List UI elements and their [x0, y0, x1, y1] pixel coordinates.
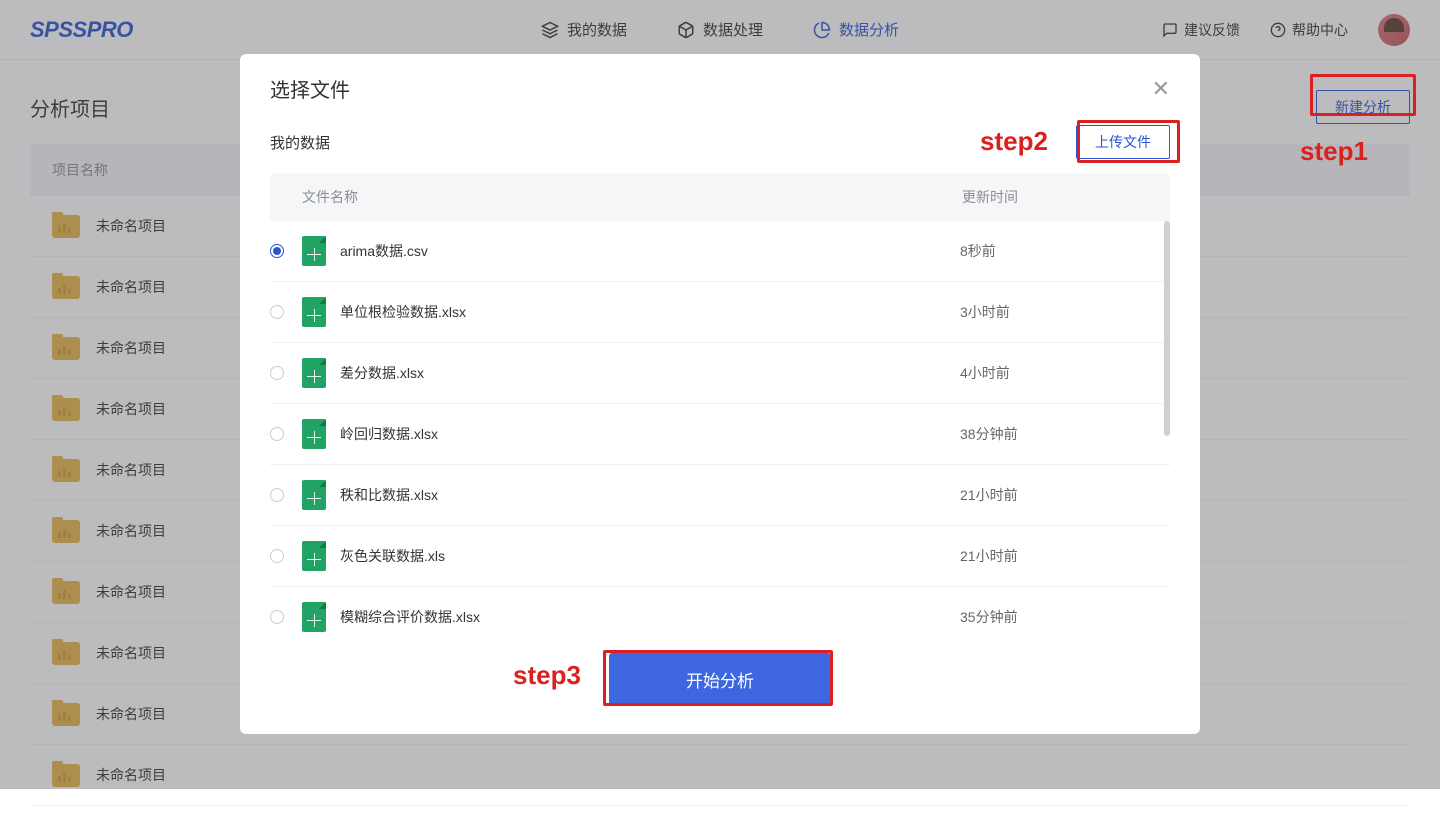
file-row[interactable]: 模糊综合评价数据.xlsx35分钟前: [270, 587, 1170, 633]
excel-icon: [302, 419, 326, 449]
radio[interactable]: [270, 305, 284, 319]
file-col-name: 文件名称: [302, 187, 962, 207]
excel-icon: [302, 541, 326, 571]
file-name: 岭回归数据.xlsx: [340, 424, 960, 444]
excel-icon: [302, 602, 326, 632]
excel-icon: [302, 358, 326, 388]
radio[interactable]: [270, 610, 284, 624]
modal-title: 选择文件: [270, 74, 350, 103]
radio[interactable]: [270, 244, 284, 258]
excel-icon: [302, 480, 326, 510]
file-name: 秩和比数据.xlsx: [340, 485, 960, 505]
radio-wrap[interactable]: [270, 427, 302, 441]
start-analysis-button[interactable]: 开始分析: [609, 653, 831, 706]
file-time: 21小时前: [960, 546, 1018, 566]
file-name: 灰色关联数据.xls: [340, 546, 960, 566]
file-time: 21小时前: [960, 485, 1018, 505]
file-time: 8秒前: [960, 241, 996, 261]
excel-icon-wrap: [302, 236, 340, 266]
file-col-time: 更新时间: [962, 187, 1138, 207]
file-row[interactable]: 岭回归数据.xlsx38分钟前: [270, 404, 1170, 465]
scrollbar[interactable]: [1164, 221, 1170, 436]
file-time: 4小时前: [960, 363, 1010, 383]
radio[interactable]: [270, 549, 284, 563]
excel-icon: [302, 297, 326, 327]
radio-wrap[interactable]: [270, 244, 302, 258]
file-row[interactable]: 单位根检验数据.xlsx3小时前: [270, 282, 1170, 343]
excel-icon-wrap: [302, 358, 340, 388]
file-row[interactable]: 差分数据.xlsx4小时前: [270, 343, 1170, 404]
file-row[interactable]: arima数据.csv8秒前: [270, 221, 1170, 282]
file-table-header: 文件名称 更新时间: [270, 173, 1170, 221]
radio[interactable]: [270, 488, 284, 502]
file-name: arima数据.csv: [340, 241, 960, 261]
modal-subheader: 我的数据 上传文件: [240, 113, 1200, 173]
radio[interactable]: [270, 366, 284, 380]
modal-footer: 开始分析: [240, 633, 1200, 734]
file-name: 模糊综合评价数据.xlsx: [340, 607, 960, 627]
excel-icon: [302, 236, 326, 266]
excel-icon-wrap: [302, 419, 340, 449]
excel-icon-wrap: [302, 541, 340, 571]
close-icon[interactable]: ✕: [1152, 76, 1170, 102]
file-name: 差分数据.xlsx: [340, 363, 960, 383]
upload-button[interactable]: 上传文件: [1076, 125, 1170, 159]
file-time: 38分钟前: [960, 424, 1018, 444]
radio-wrap[interactable]: [270, 610, 302, 624]
file-time: 3小时前: [960, 302, 1010, 322]
file-select-modal: 选择文件 ✕ 我的数据 上传文件 文件名称 更新时间 arima数据.csv8秒…: [240, 54, 1200, 734]
excel-icon-wrap: [302, 480, 340, 510]
radio-wrap[interactable]: [270, 549, 302, 563]
modal-overlay: 选择文件 ✕ 我的数据 上传文件 文件名称 更新时间 arima数据.csv8秒…: [0, 0, 1440, 789]
file-time: 35分钟前: [960, 607, 1018, 627]
mydata-label: 我的数据: [270, 132, 330, 153]
radio-wrap[interactable]: [270, 488, 302, 502]
radio[interactable]: [270, 427, 284, 441]
modal-header: 选择文件 ✕: [240, 54, 1200, 113]
excel-icon-wrap: [302, 297, 340, 327]
radio-wrap[interactable]: [270, 305, 302, 319]
radio-wrap[interactable]: [270, 366, 302, 380]
file-row[interactable]: 秩和比数据.xlsx21小时前: [270, 465, 1170, 526]
file-name: 单位根检验数据.xlsx: [340, 302, 960, 322]
file-row[interactable]: 灰色关联数据.xls21小时前: [270, 526, 1170, 587]
file-list: arima数据.csv8秒前单位根检验数据.xlsx3小时前差分数据.xlsx4…: [270, 221, 1170, 633]
excel-icon-wrap: [302, 602, 340, 632]
